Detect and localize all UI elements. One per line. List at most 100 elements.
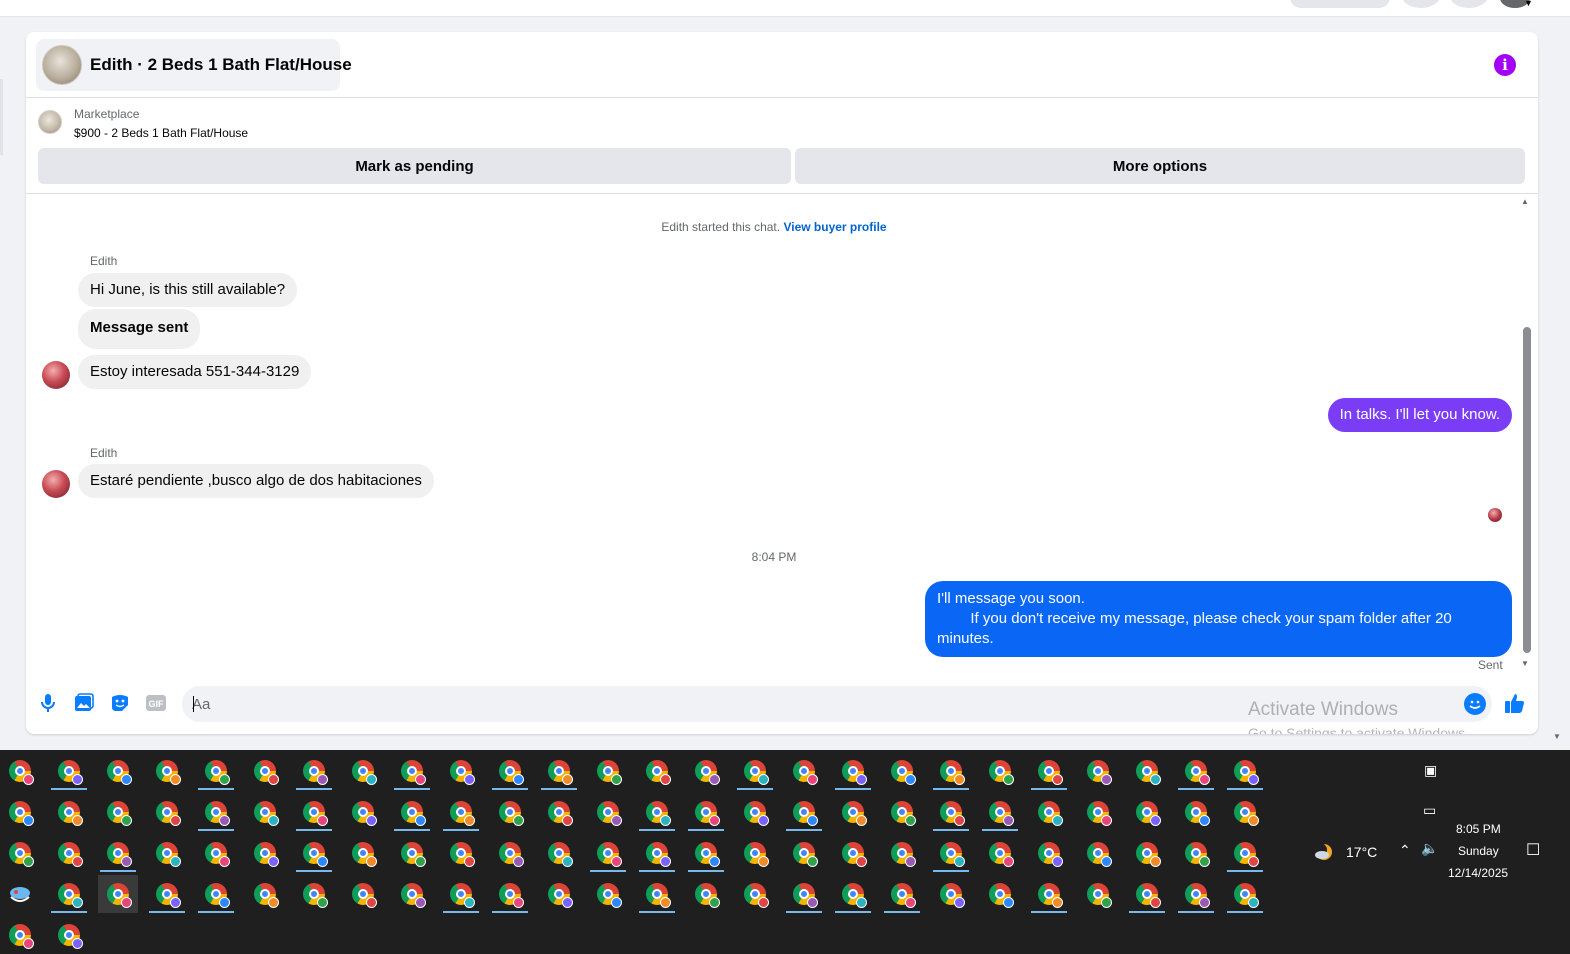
taskbar-chrome-profile-icon[interactable] [441,793,481,831]
taskbar-chrome-profile-icon[interactable] [392,752,432,790]
taskbar-chrome-profile-icon[interactable] [637,834,677,872]
meet-now-icon[interactable]: ▣ [1424,762,1437,779]
taskbar-chrome-profile-icon[interactable] [1029,875,1069,913]
taskbar-chrome-profile-icon[interactable] [1176,793,1216,831]
clock-day[interactable]: Sunday [1458,844,1499,858]
clock-date[interactable]: 12/14/2025 [1448,866,1508,880]
taskbar-chrome-profile-icon[interactable] [196,752,236,790]
taskbar-chrome-profile-icon[interactable] [1029,834,1069,872]
edith-avatar[interactable] [42,361,70,389]
taskbar-chrome-profile-icon[interactable] [1127,875,1167,913]
taskbar-chrome-profile-icon[interactable] [343,834,383,872]
taskbar-chrome-profile-icon[interactable] [98,752,138,790]
taskbar-chrome-profile-icon[interactable] [882,793,922,831]
info-icon[interactable]: i [1494,54,1516,76]
taskbar-chrome-profile-icon[interactable] [980,834,1020,872]
taskbar-chrome-profile-icon[interactable] [147,875,187,913]
taskbar-chrome-profile-icon[interactable] [343,875,383,913]
taskbar-chrome-profile-icon[interactable] [1176,752,1216,790]
message-input[interactable] [192,686,1432,722]
taskbar-app-icon[interactable] [0,875,40,913]
taskbar-chrome-profile-icon[interactable] [392,793,432,831]
taskbar-chrome-profile-icon[interactable] [1078,752,1118,790]
clock-time[interactable]: 8:05 PM [1456,822,1501,836]
taskbar-chrome-profile-icon[interactable] [196,834,236,872]
taskbar-chrome-profile-icon[interactable] [686,875,726,913]
taskbar-chrome-profile-icon[interactable] [245,752,285,790]
photo-icon[interactable] [72,691,96,715]
taskbar-chrome-profile-icon[interactable] [392,875,432,913]
taskbar-chrome-profile-icon[interactable] [735,834,775,872]
outgoing-message[interactable]: I'll message you soon. If you don't rece… [925,581,1512,657]
taskbar-chrome-profile-icon[interactable] [539,834,579,872]
menu-circle-button[interactable] [1402,0,1440,8]
taskbar-chrome-profile-icon[interactable] [833,834,873,872]
taskbar-chrome-profile-icon[interactable] [882,752,922,790]
taskbar-chrome-profile-icon[interactable] [1078,834,1118,872]
taskbar-chrome-profile-icon[interactable] [539,875,579,913]
outgoing-message[interactable]: In talks. I'll let you know. [1327,398,1512,432]
emoji-icon[interactable] [1464,693,1486,715]
taskbar-chrome-profile-icon[interactable] [1127,793,1167,831]
taskbar-chrome-profile-icon[interactable] [637,752,677,790]
scroll-up-arrow-icon[interactable]: ▲ [1521,197,1529,206]
weather-temp[interactable]: 17°C [1346,844,1377,860]
taskbar-chrome-profile-icon[interactable] [539,793,579,831]
taskbar-chrome-profile-icon[interactable] [245,834,285,872]
taskbar-chrome-profile-icon[interactable] [0,793,40,831]
taskbar-chrome-profile-icon[interactable] [1225,834,1265,872]
taskbar-chrome-profile-icon[interactable] [784,834,824,872]
message-scrollbar[interactable]: ▲ ▼ [1520,195,1532,677]
taskbar-chrome-profile-icon[interactable] [588,875,628,913]
notification-center-icon[interactable]: ☐ [1526,840,1540,860]
taskbar-chrome-profile-icon[interactable] [588,793,628,831]
weather-icon[interactable] [1312,842,1336,865]
taskbar-chrome-profile-icon[interactable] [882,875,922,913]
taskbar-chrome-profile-icon[interactable] [245,875,285,913]
taskbar-chrome-profile-icon[interactable] [833,875,873,913]
scroll-down-arrow-icon[interactable]: ▼ [1521,659,1529,668]
taskbar-chrome-profile-icon[interactable] [490,875,530,913]
taskbar-chrome-profile-icon[interactable] [686,834,726,872]
taskbar-chrome-profile-icon[interactable] [294,875,334,913]
incoming-message[interactable]: Estaré pendiente ,busco algo de dos habi… [78,464,434,498]
taskbar-chrome-profile-icon[interactable] [0,752,40,790]
taskbar-chrome-profile-icon[interactable] [490,793,530,831]
scrollbar-thumb[interactable] [1523,327,1531,653]
taskbar-chrome-profile-icon[interactable] [1225,793,1265,831]
like-thumbs-up-icon[interactable] [1503,691,1527,715]
page-scroll-down-icon[interactable]: ▼ [1553,732,1561,741]
taskbar-chrome-profile-icon[interactable] [1176,875,1216,913]
taskbar-chrome-profile-icon[interactable] [784,752,824,790]
view-buyer-profile-link[interactable]: View buyer profile [783,220,886,234]
mark-as-pending-button[interactable]: Mark as pending [38,148,791,184]
more-options-button[interactable]: More options [795,148,1525,184]
taskbar-chrome-profile-icon[interactable] [343,793,383,831]
taskbar-chrome-profile-icon[interactable] [343,752,383,790]
taskbar-chrome-profile-icon[interactable] [49,752,89,790]
taskbar-chrome-profile-icon[interactable] [0,916,40,954]
taskbar-chrome-profile-icon[interactable] [49,793,89,831]
taskbar-chrome-profile-icon[interactable] [784,793,824,831]
sticker-icon[interactable] [108,691,132,715]
taskbar-chrome-profile-icon[interactable] [490,834,530,872]
taskbar-chrome-profile-icon[interactable] [1176,834,1216,872]
taskbar-chrome-profile-icon[interactable] [147,793,187,831]
microphone-icon[interactable] [36,691,60,715]
incoming-message[interactable]: Estoy interesada 551-344-3129 [78,355,312,389]
taskbar-chrome-profile-icon[interactable] [49,834,89,872]
taskbar-chrome-profile-icon[interactable] [490,752,530,790]
taskbar-chrome-profile-icon[interactable] [98,834,138,872]
taskbar-chrome-profile-icon[interactable] [147,752,187,790]
taskbar-chrome-profile-icon[interactable] [735,793,775,831]
taskbar-chrome-profile-icon[interactable] [735,875,775,913]
taskbar-chrome-profile-icon[interactable] [0,834,40,872]
taskbar-chrome-profile-icon[interactable] [1078,793,1118,831]
chat-title-button[interactable]: Edith · 2 Beds 1 Bath Flat/House [36,39,352,91]
taskbar-chrome-profile-icon[interactable] [392,834,432,872]
taskbar-chrome-profile-icon[interactable] [147,834,187,872]
taskbar-chrome-profile-icon[interactable] [980,875,1020,913]
incoming-message[interactable]: Hi June, is this still available? [78,273,298,307]
taskbar-chrome-profile-icon[interactable] [294,834,334,872]
taskbar-chrome-profile-icon[interactable] [98,793,138,831]
